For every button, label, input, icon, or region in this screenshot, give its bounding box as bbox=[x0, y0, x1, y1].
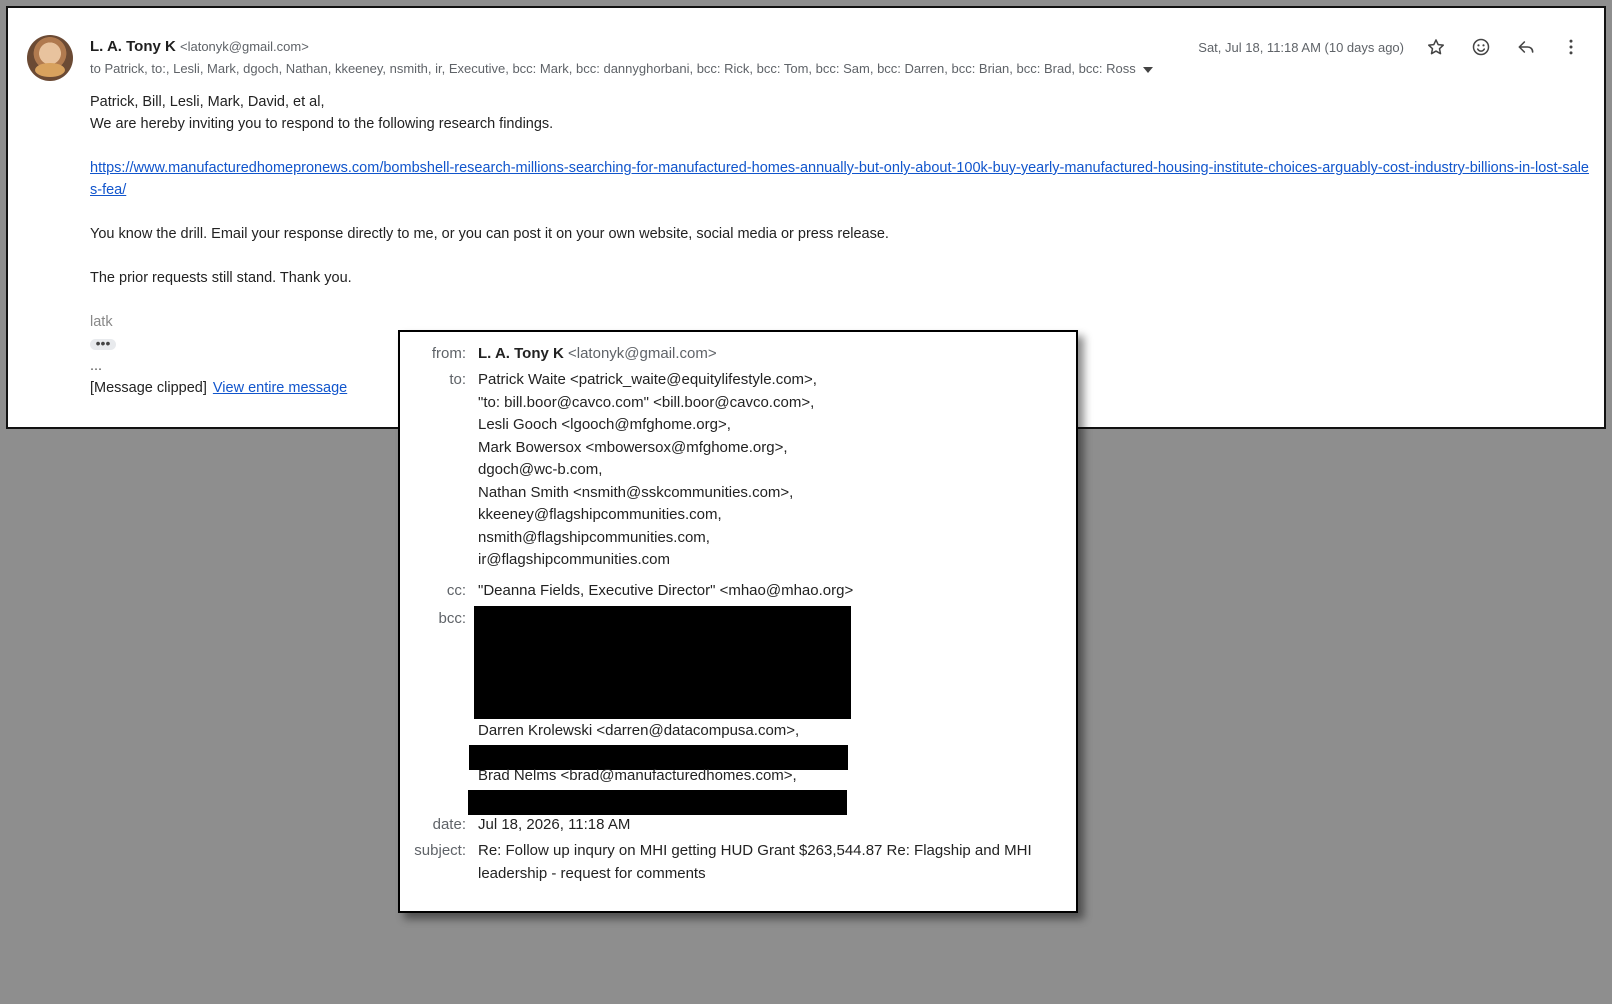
to-recipient: nsmith@flagshipcommunities.com, bbox=[478, 528, 710, 546]
star-icon bbox=[1428, 39, 1444, 55]
from-label: from: bbox=[431, 345, 466, 362]
subject-label: subject: bbox=[414, 842, 466, 859]
bcc-recipient: Brad Nelms <brad@manufacturedhomes.com>, bbox=[478, 767, 797, 784]
subject-line: Re: Follow up inqury on MHI getting HUD … bbox=[478, 842, 1032, 859]
message-details-popup: from: L. A. Tony K <latonyk@gmail.com> t… bbox=[398, 330, 1078, 913]
to-recipient: "to: bill.boor@cavco.com" <bill.boor@cav… bbox=[478, 393, 815, 411]
date-value: Jul 18, 2026, 11:18 AM bbox=[478, 816, 631, 833]
cc-value: "Deanna Fields, Executive Director" <mha… bbox=[478, 582, 854, 599]
subject-value: Re: Follow up inqury on MHI getting HUD … bbox=[478, 840, 1032, 885]
to-recipient: Patrick Waite <patrick_waite@equitylifes… bbox=[478, 371, 817, 388]
recipients-summary[interactable]: to Patrick, to:, Lesli, Mark, dgoch, Nat… bbox=[90, 61, 1153, 76]
to-recipient: ir@flagshipcommunities.com bbox=[478, 551, 670, 568]
bcc-recipient: Darren Krolewski <darren@datacompusa.com… bbox=[478, 722, 800, 739]
article-link[interactable]: https://www.manufacturedhomepronews.com/… bbox=[90, 160, 1589, 198]
sender-email: <latonyk@gmail.com> bbox=[180, 39, 309, 54]
sender-name[interactable]: L. A. Tony K bbox=[90, 38, 176, 55]
message-timestamp: Sat, Jul 18, 11:18 AM (10 days ago) bbox=[1198, 40, 1404, 55]
emoji-icon bbox=[1472, 38, 1490, 56]
more-options-button[interactable] bbox=[1556, 32, 1586, 62]
cc-label: cc: bbox=[446, 582, 466, 599]
body-line: You know the drill. Email your response … bbox=[90, 226, 889, 242]
greeting: Patrick, Bill, Lesli, Mark, David, et al… bbox=[90, 94, 325, 110]
avatar[interactable] bbox=[27, 35, 73, 81]
bcc-label: bcc: bbox=[438, 610, 466, 627]
from-email: <latonyk@gmail.com> bbox=[568, 345, 717, 362]
recipients-text: to Patrick, to:, Lesli, Mark, dgoch, Nat… bbox=[90, 61, 1136, 76]
emoji-button[interactable] bbox=[1466, 32, 1496, 62]
to-recipient: dgoch@wc-b.com, bbox=[478, 461, 603, 478]
show-trimmed-content-button[interactable]: ••• bbox=[90, 336, 116, 350]
from-name: L. A. Tony K bbox=[478, 345, 564, 362]
sender: L. A. Tony K <latonyk@gmail.com> bbox=[90, 38, 309, 55]
message-clipped-text: [Message clipped] bbox=[90, 380, 207, 396]
chevron-down-icon[interactable] bbox=[1142, 66, 1153, 73]
to-recipient: Lesli Gooch <lgooch@mfghome.org>, bbox=[478, 416, 731, 433]
body-line: We are hereby inviting you to respond to… bbox=[90, 116, 554, 132]
message-actions bbox=[1421, 32, 1586, 62]
to-recipient: Mark Bowersox <mbowersox@mfghome.org>, bbox=[478, 438, 788, 456]
star-button[interactable] bbox=[1421, 32, 1451, 62]
reply-button[interactable] bbox=[1511, 32, 1541, 62]
body-line: The prior requests still stand. Thank yo… bbox=[90, 270, 352, 286]
redaction-block bbox=[468, 790, 847, 815]
reply-icon bbox=[1518, 41, 1534, 53]
redaction-block bbox=[474, 606, 851, 719]
to-list: Patrick Waite <patrick_waite@equitylifes… bbox=[478, 369, 817, 572]
subject-line: leadership - request for comments bbox=[478, 864, 706, 882]
to-recipient: kkeeney@flagshipcommunities.com, bbox=[478, 506, 722, 523]
to-recipient: Nathan Smith <nsmith@sskcommunities.com>… bbox=[478, 483, 794, 501]
to-label: to: bbox=[449, 371, 466, 388]
more-vert-icon bbox=[1569, 39, 1573, 55]
date-label: date: bbox=[432, 816, 466, 833]
view-entire-message-link[interactable]: View entire message bbox=[213, 380, 347, 396]
from-value: L. A. Tony K <latonyk@gmail.com> bbox=[478, 343, 717, 366]
